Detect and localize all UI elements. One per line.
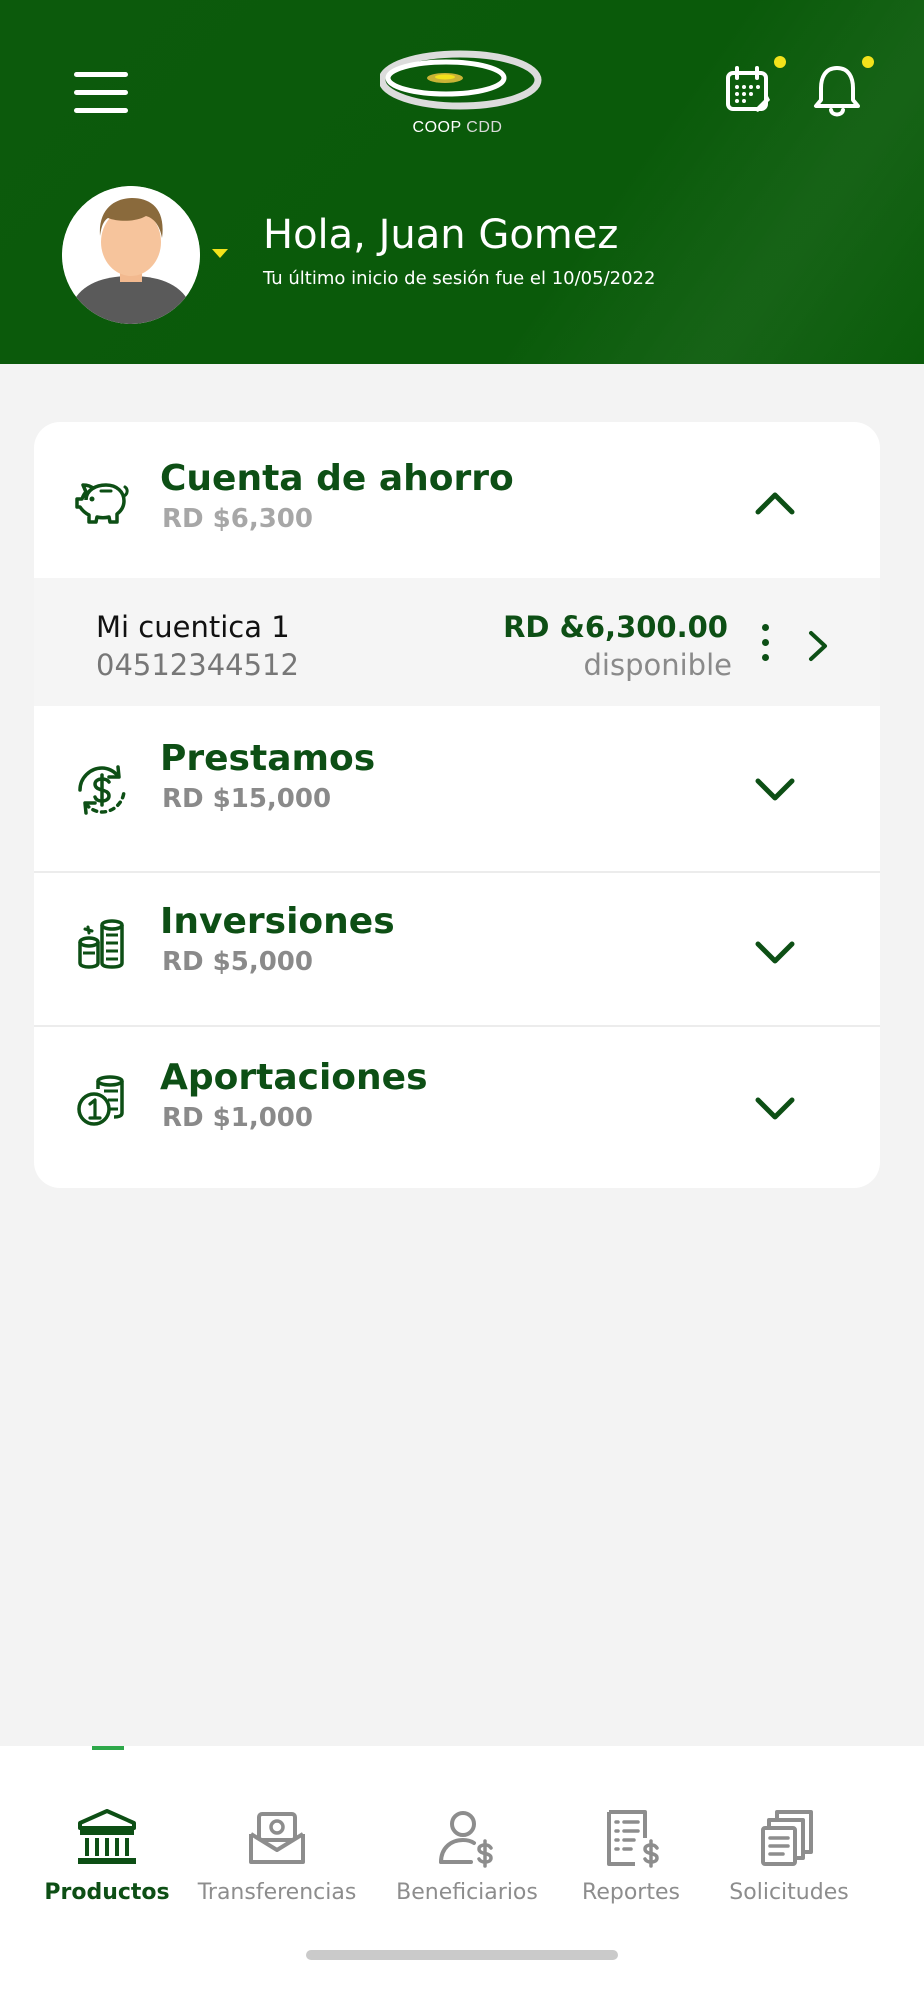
tab-label: Productos [44, 1880, 170, 1905]
account-switcher-caret-icon[interactable] [212, 249, 228, 258]
products-card: Cuenta de ahorro RD $6,300 Mi cuentica 1… [34, 422, 880, 1188]
account-balance-status: disponible [583, 648, 732, 682]
calendar-notification-dot [774, 56, 786, 68]
section-investments[interactable]: Inversiones RD $5,000 [34, 873, 880, 1023]
account-name: Mi cuentica 1 [96, 610, 290, 644]
avatar[interactable] [62, 186, 200, 324]
section-title: Inversiones [160, 901, 395, 942]
logo-ring-icon [378, 50, 542, 110]
savings-account-row[interactable]: Mi cuentica 1 04512344512 RD &6,300.00 d… [34, 578, 880, 706]
section-amount: RD $1,000 [162, 1103, 313, 1133]
section-contributions[interactable]: Aportaciones RD $1,000 [34, 1027, 880, 1188]
user-avatar-icon [62, 186, 200, 324]
chevron-right-icon[interactable] [806, 628, 830, 664]
home-indicator [306, 1950, 618, 1960]
tab-label: Reportes [582, 1880, 680, 1905]
menu-icon[interactable] [74, 72, 128, 114]
section-title: Prestamos [160, 738, 376, 779]
tab-label: Transferencias [197, 1880, 357, 1905]
section-amount: RD $15,000 [162, 784, 332, 814]
app-header: COOP CDD Hola, Juan Gomez Tu último inic… [0, 0, 924, 364]
active-tab-indicator [92, 1746, 124, 1750]
report-dollar-icon [607, 1810, 659, 1868]
chevron-down-icon[interactable] [754, 937, 796, 967]
tab-label: Beneficiarios [396, 1880, 538, 1905]
money-envelope-icon [249, 1812, 305, 1864]
tab-reportes[interactable]: Reportes [546, 1808, 716, 1918]
section-loans[interactable]: Prestamos RD $15,000 [34, 706, 880, 862]
coop-cdd-logo: COOP CDD [378, 44, 550, 144]
user-dollar-icon [439, 1811, 493, 1868]
documents-icon [761, 1810, 813, 1866]
loan-dollar-icon [74, 762, 130, 818]
tab-transferencias[interactable]: Transferencias [192, 1808, 362, 1918]
calendar-icon[interactable] [724, 66, 780, 126]
last-login-text: Tu último inicio de sesión fue el 10/05/… [263, 268, 656, 289]
chevron-down-icon[interactable] [754, 774, 796, 804]
section-savings[interactable]: Cuenta de ahorro RD $6,300 [34, 422, 880, 578]
coins-contribution-icon [74, 1073, 130, 1129]
chevron-down-icon[interactable] [754, 1093, 796, 1123]
tab-productos[interactable]: Productos [22, 1808, 192, 1918]
tab-beneficiarios[interactable]: Beneficiarios [382, 1808, 552, 1918]
greeting: Hola, Juan Gomez [263, 212, 619, 258]
coin-stack-icon [74, 917, 130, 973]
more-options-icon[interactable] [758, 624, 772, 664]
section-title: Cuenta de ahorro [160, 458, 514, 499]
account-balance: RD &6,300.00 [503, 610, 728, 644]
tab-solicitudes[interactable]: Solicitudes [704, 1808, 874, 1918]
section-amount: RD $6,300 [162, 504, 313, 534]
bell-icon[interactable] [812, 64, 868, 124]
section-title: Aportaciones [160, 1057, 428, 1098]
tab-label: Solicitudes [729, 1880, 849, 1905]
bank-icon [78, 1809, 136, 1864]
logo-text: COOP CDD [412, 119, 503, 136]
piggy-bank-icon [74, 474, 130, 530]
section-amount: RD $5,000 [162, 947, 313, 977]
bell-notification-dot [862, 56, 874, 68]
bottom-navigation: Productos Transferencias Beneficiarios R… [0, 1746, 924, 2000]
account-number: 04512344512 [96, 648, 299, 682]
chevron-up-icon[interactable] [754, 488, 796, 518]
